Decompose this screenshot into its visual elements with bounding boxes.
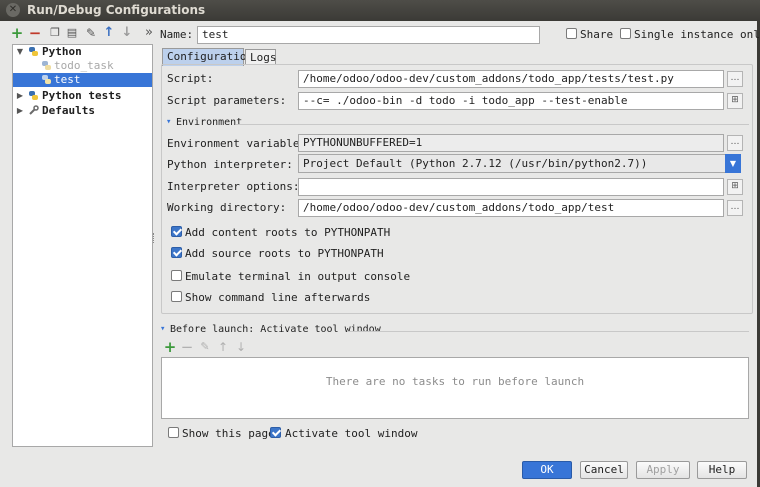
source-roots-label: Add source roots to PYTHONPATH	[185, 247, 384, 260]
environment-header: Environment	[176, 117, 243, 128]
emulate-terminal-checkbox[interactable]	[171, 270, 182, 281]
before-launch-header: Before launch: Activate tool window	[170, 324, 381, 335]
interpreter-label: Python interpreter:	[167, 158, 293, 171]
move-down-icon[interactable]: ↓	[120, 26, 134, 40]
show-this-page-label: Show this page	[182, 427, 275, 440]
single-instance-label: Single instance only	[634, 28, 760, 41]
interpreter-select[interactable]: Project Default (Python 2.7.12 (/usr/bin…	[298, 154, 741, 173]
tree-item-todo-task[interactable]: todo_task	[13, 59, 152, 73]
share-label: Share	[580, 28, 614, 41]
python-icon	[42, 61, 51, 70]
tree-item-python-tests[interactable]: ▶ Python tests	[13, 89, 152, 103]
collapse-environment-icon[interactable]: ▾	[166, 117, 171, 127]
close-icon[interactable]: ✕	[6, 3, 20, 17]
edit-env-vars-button[interactable]: …	[727, 135, 743, 151]
expand-params-icon[interactable]: ⊞	[727, 93, 743, 109]
apply-button[interactable]: Apply	[636, 461, 690, 479]
browse-working-dir-button[interactable]: …	[727, 200, 743, 216]
tree-item-label: Python	[42, 45, 82, 58]
script-label: Script:	[167, 72, 214, 85]
interpreter-selected-value: Project Default (Python 2.7.12 (/usr/bin…	[303, 157, 648, 170]
content-roots-checkbox[interactable]	[171, 226, 182, 237]
script-params-label: Script parameters:	[167, 94, 287, 107]
share-checkbox[interactable]	[566, 28, 577, 39]
name-field[interactable]: test	[197, 26, 540, 44]
activate-tool-window-label: Activate tool window	[285, 427, 418, 440]
name-label: Name:	[160, 28, 194, 41]
tree-item-label: test	[54, 73, 81, 86]
tree-item-test[interactable]: test	[13, 73, 152, 87]
edit-defaults-icon[interactable]: ✎	[84, 26, 98, 40]
chevron-down-icon[interactable]: ▼	[725, 154, 741, 173]
script-params-field[interactable]: --c= ./odoo-bin -d todo -i todo_app --te…	[298, 92, 724, 110]
working-dir-label: Working directory:	[167, 201, 287, 214]
more-icon[interactable]: »	[142, 26, 156, 40]
tree-item-label: todo_task	[54, 59, 114, 72]
tree-item-label: Python tests	[42, 89, 122, 102]
content-roots-label: Add content roots to PYTHONPATH	[185, 226, 391, 239]
working-dir-field[interactable]: /home/odoo/odoo-dev/custom_addons/todo_a…	[298, 199, 724, 217]
remove-task-icon: −	[180, 338, 194, 356]
tree-item-label: Defaults	[42, 104, 95, 117]
show-this-page-checkbox[interactable]	[168, 427, 179, 438]
show-command-line-label: Show command line afterwards	[185, 291, 371, 304]
window-title: Run/Debug Configurations	[27, 3, 206, 17]
env-vars-label: Environment variables:	[167, 137, 313, 150]
script-field[interactable]: /home/odoo/odoo-dev/custom_addons/todo_a…	[298, 70, 724, 88]
remove-icon[interactable]: −	[28, 26, 42, 41]
ok-button[interactable]: OK	[522, 461, 572, 479]
single-instance-checkbox[interactable]	[620, 28, 631, 39]
defaults-wrench-icon	[29, 105, 39, 115]
env-vars-field[interactable]: PYTHONUNBUFFERED=1	[298, 134, 724, 152]
emulate-terminal-label: Emulate terminal in output console	[185, 270, 411, 283]
chevron-down-icon[interactable]: ▼	[15, 45, 25, 59]
browse-script-button[interactable]: …	[727, 71, 743, 87]
add-icon[interactable]: +	[10, 26, 24, 41]
python-tests-icon	[29, 91, 38, 100]
show-command-line-checkbox[interactable]	[171, 291, 182, 302]
chevron-right-icon[interactable]: ▶	[15, 104, 25, 118]
help-button[interactable]: Help	[697, 461, 747, 479]
tree-item-python[interactable]: ▼ Python	[13, 45, 152, 59]
move-task-down-icon: ↓	[235, 340, 247, 354]
empty-tasks-message: There are no tasks to run before launch	[325, 375, 585, 388]
move-task-up-icon: ↑	[217, 340, 229, 354]
expand-options-icon[interactable]: ⊞	[727, 179, 743, 195]
splitter-handle[interactable]	[153, 233, 156, 243]
move-up-icon[interactable]: ↑	[102, 26, 116, 40]
copy-icon[interactable]: ❐	[48, 26, 62, 40]
activate-tool-window-checkbox[interactable]	[270, 427, 281, 438]
add-task-icon[interactable]: +	[163, 340, 177, 355]
save-icon[interactable]: ▤	[65, 26, 79, 40]
divider	[236, 124, 749, 125]
title-bar: ✕ Run/Debug Configurations	[0, 0, 760, 21]
tree-item-defaults[interactable]: ▶ Defaults	[13, 104, 152, 118]
tab-logs[interactable]: Logs	[245, 49, 277, 65]
divider	[347, 331, 749, 332]
edit-task-icon: ✎	[200, 340, 210, 353]
configuration-tree[interactable]: ▼ Python todo_task test ▶ Python tests ▶…	[12, 44, 153, 447]
chevron-right-icon[interactable]: ▶	[15, 89, 25, 103]
python-icon	[29, 47, 38, 56]
cancel-button[interactable]: Cancel	[580, 461, 628, 479]
source-roots-checkbox[interactable]	[171, 247, 182, 258]
interpreter-options-label: Interpreter options:	[167, 180, 300, 193]
python-icon	[42, 75, 51, 84]
interpreter-options-field[interactable]	[298, 178, 724, 196]
collapse-before-launch-icon[interactable]: ▾	[160, 324, 165, 334]
before-launch-task-list[interactable]: There are no tasks to run before launch	[161, 357, 749, 419]
